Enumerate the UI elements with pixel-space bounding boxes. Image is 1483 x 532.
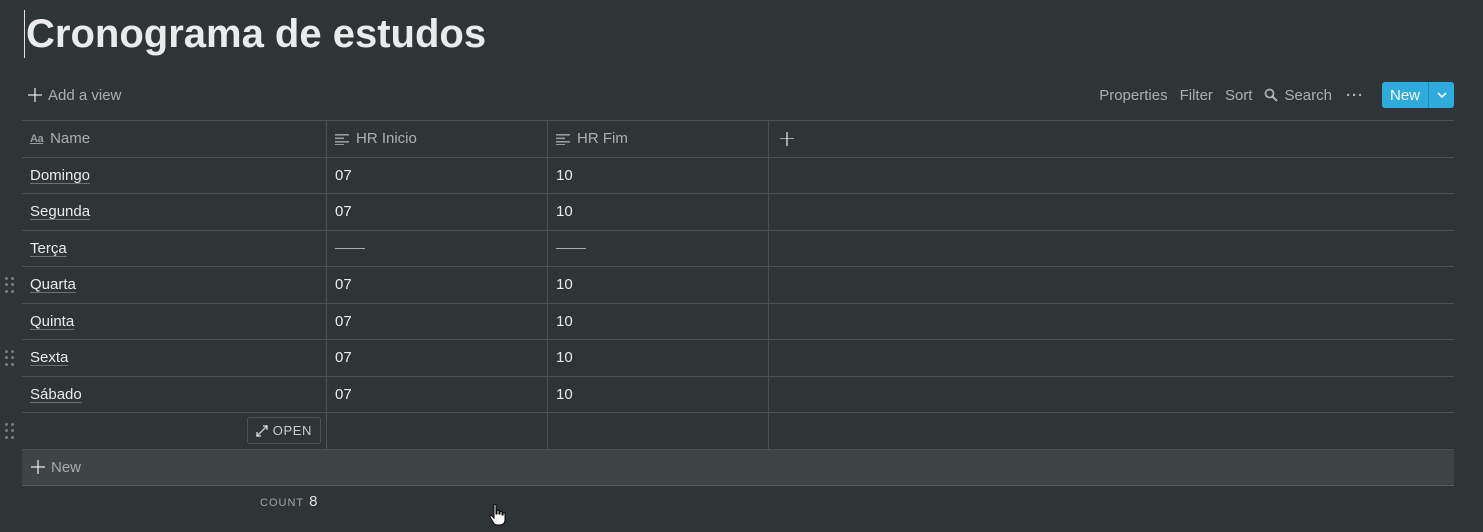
empty-cell (769, 413, 1454, 449)
add-row-label: New (51, 458, 82, 476)
hr-inicio-cell[interactable]: 07 (327, 157, 548, 193)
plus-icon (28, 88, 42, 102)
table-row-empty[interactable]: OPEN (5, 413, 1454, 450)
drag-handle-icon[interactable] (5, 277, 15, 293)
empty-value-dash (335, 247, 365, 249)
new-button[interactable]: New (1381, 82, 1429, 108)
expand-icon (256, 425, 268, 437)
hr-fim-cell[interactable] (548, 413, 769, 449)
hr-fim-cell[interactable]: 10 (548, 340, 769, 376)
database-table: Aa Name HR Inicio HR Fim Domingo 07 10 S… (5, 120, 1454, 486)
hr-fim-cell[interactable]: 10 (548, 267, 769, 303)
empty-cell (769, 158, 1454, 194)
count-value: 8 (309, 493, 318, 510)
hr-inicio-cell[interactable]: 07 (327, 303, 548, 339)
name-cell[interactable]: Sábado (22, 376, 327, 412)
table-row[interactable]: Domingo 07 10 (22, 157, 1454, 194)
table-row[interactable]: Quarta 07 10 (5, 267, 1454, 304)
row-name[interactable]: Quinta (30, 313, 74, 330)
add-property-button[interactable] (769, 121, 1454, 157)
hr-inicio-cell[interactable] (327, 413, 548, 449)
drag-handle-icon[interactable] (5, 423, 15, 439)
name-cell[interactable]: Terça (22, 230, 327, 266)
empty-value-dash (556, 247, 586, 249)
chevron-down-icon (1436, 92, 1447, 98)
row-name[interactable]: Sexta (30, 349, 68, 366)
new-dropdown-button[interactable] (1429, 82, 1454, 108)
new-button-group: New (1381, 82, 1454, 108)
add-view-label: Add a view (48, 86, 122, 104)
add-row-button[interactable]: New (22, 449, 1454, 486)
name-cell[interactable]: Segunda (22, 194, 327, 230)
hr-inicio-cell[interactable]: 07 (327, 340, 548, 376)
column-header-label: Name (50, 130, 91, 148)
empty-cell (769, 340, 1454, 376)
column-header-hr-inicio[interactable]: HR Inicio (327, 121, 548, 157)
plus-icon (31, 460, 45, 474)
search-icon (1265, 88, 1279, 102)
table-header: Aa Name HR Inicio HR Fim (22, 121, 1454, 158)
name-cell[interactable]: Quarta (22, 267, 327, 303)
name-cell[interactable]: OPEN (22, 413, 327, 449)
text-lines-icon (556, 133, 570, 145)
sort-button[interactable]: Sort (1219, 81, 1259, 109)
row-name[interactable]: Domingo (30, 167, 90, 184)
column-header-label: HR Inicio (356, 130, 417, 148)
table-row[interactable]: Sexta 07 10 (5, 340, 1454, 377)
add-view-button[interactable]: Add a view (22, 81, 127, 109)
row-name[interactable]: Sábado (30, 386, 82, 403)
hr-inicio-cell[interactable] (327, 230, 548, 266)
text-property-icon: Aa (30, 132, 44, 145)
empty-cell (769, 194, 1454, 230)
empty-cell (769, 304, 1454, 340)
table-row[interactable]: Sábado 07 10 (22, 376, 1454, 413)
column-header-label: HR Fim (577, 130, 628, 148)
database-toolbar: Add a view Properties Filter Sort Search… (22, 80, 1454, 110)
page-title[interactable]: Cronograma de estudos (24, 10, 486, 58)
hr-fim-cell[interactable]: 10 (548, 376, 769, 412)
hr-inicio-cell[interactable]: 07 (327, 376, 548, 412)
open-label: OPEN (272, 423, 312, 439)
count-label: COUNT (260, 497, 305, 509)
hr-fim-cell[interactable]: 10 (548, 303, 769, 339)
table-row[interactable]: Terça (22, 230, 1454, 267)
more-options-icon[interactable]: ··· (1338, 81, 1372, 109)
column-header-hr-fim[interactable]: HR Fim (548, 121, 769, 157)
empty-cell (769, 377, 1454, 413)
search-label: Search (1284, 86, 1332, 104)
empty-cell (769, 267, 1454, 303)
open-page-button[interactable]: OPEN (246, 417, 321, 445)
hr-fim-cell[interactable]: 10 (548, 157, 769, 193)
hr-fim-cell[interactable]: 10 (548, 194, 769, 230)
count-calculation[interactable]: COUNT 8 (260, 493, 317, 510)
row-name[interactable]: Terça (30, 240, 67, 257)
filter-button[interactable]: Filter (1174, 81, 1219, 109)
row-name[interactable]: Quarta (30, 276, 76, 293)
hr-fim-cell[interactable] (548, 230, 769, 266)
column-header-name[interactable]: Aa Name (22, 121, 327, 157)
plus-icon (780, 131, 794, 146)
hand-cursor-icon (489, 503, 506, 526)
text-lines-icon (335, 133, 349, 145)
name-cell[interactable]: Sexta (22, 340, 327, 376)
empty-cell (769, 231, 1454, 267)
hr-inicio-cell[interactable]: 07 (327, 267, 548, 303)
drag-handle-icon[interactable] (5, 350, 15, 366)
search-button[interactable]: Search (1258, 81, 1338, 109)
name-cell[interactable]: Quinta (22, 303, 327, 339)
hr-inicio-cell[interactable]: 07 (327, 194, 548, 230)
name-cell[interactable]: Domingo (22, 157, 327, 193)
row-name[interactable]: Segunda (30, 203, 90, 220)
table-row[interactable]: Segunda 07 10 (22, 194, 1454, 231)
properties-button[interactable]: Properties (1093, 81, 1173, 109)
table-row[interactable]: Quinta 07 10 (22, 303, 1454, 340)
